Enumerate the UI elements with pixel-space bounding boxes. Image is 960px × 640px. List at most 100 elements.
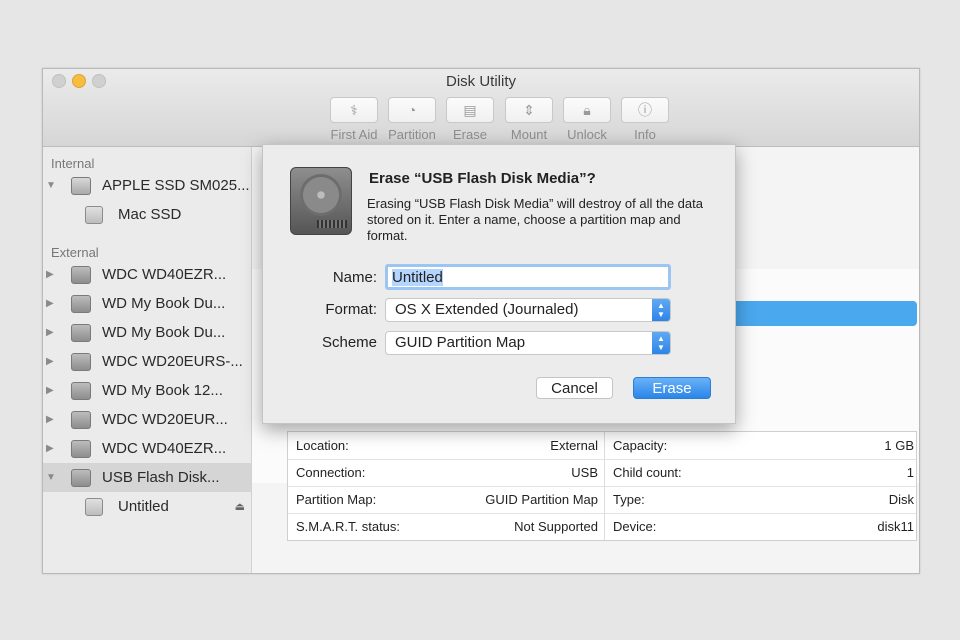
table-row: Location: External Capacity: 1 GB <box>288 432 916 460</box>
toolbar-first-aid[interactable]: ⚕ First Aid <box>326 97 382 142</box>
info-table: Location: External Capacity: 1 GB Connec… <box>287 431 917 541</box>
external-disk-icon <box>71 468 91 487</box>
toolbar-label: Info <box>634 127 656 142</box>
sidebar-item-label: Mac SSD <box>118 206 182 223</box>
sidebar-item-external-disk[interactable]: ▶ WDC WD20EURS-... <box>43 347 251 376</box>
lock-icon: 🔒︎ <box>563 97 611 123</box>
internal-disk-icon <box>71 176 91 195</box>
info-key: Capacity: <box>613 438 668 453</box>
format-popup-value: OS X Extended (Journaled) <box>395 301 579 318</box>
sidebar-item-label: APPLE SSD SM025... <box>102 177 250 194</box>
info-value: Not Supported <box>514 519 598 534</box>
cancel-button[interactable]: Cancel <box>536 377 613 399</box>
name-label: Name: <box>332 269 377 286</box>
sidebar-item-external-disk[interactable]: ▶ WDC WD40EZR... <box>43 260 251 289</box>
toolbar-partition[interactable]: ◔ Partition <box>384 97 440 142</box>
chevron-up-down-icon: ▲ ▼ <box>652 299 670 321</box>
format-popup[interactable]: OS X Extended (Journaled) ▲ ▼ <box>385 298 671 322</box>
scheme-label: Scheme <box>321 334 377 351</box>
info-key: Location: <box>296 438 349 453</box>
scheme-popup-value: GUID Partition Map <box>395 334 526 351</box>
hard-drive-icon <box>290 167 352 235</box>
sidebar-item-usb-flash-disk[interactable]: ▼ USB Flash Disk... <box>43 463 251 492</box>
toolbar-label: First Aid <box>330 127 378 142</box>
name-field[interactable]: Untitled <box>385 264 671 290</box>
external-disk-icon <box>71 265 91 284</box>
sidebar: Internal ▼ APPLE SSD SM025... Mac SSD Ex… <box>43 147 252 573</box>
platter-graphic <box>300 174 342 216</box>
info-value: USB <box>571 465 598 480</box>
disclosure-right-icon[interactable]: ▶ <box>46 269 58 280</box>
toolbar-mount[interactable]: ⇕ Mount <box>501 97 557 142</box>
sidebar-item-external-disk[interactable]: ▶ WDC WD40EZR... <box>43 434 251 463</box>
info-value: GUID Partition Map <box>485 492 598 507</box>
external-disk-icon <box>71 323 91 342</box>
table-row: Connection: USB Child count: 1 <box>288 459 916 487</box>
sidebar-item-mac-ssd[interactable]: Mac SSD <box>43 200 251 229</box>
toolbar-info[interactable]: ⓘ Info <box>617 97 673 142</box>
toolbar-label: Mount <box>510 127 548 142</box>
external-disk-icon <box>71 439 91 458</box>
sidebar-item-label: WDC WD40EZR... <box>102 440 227 457</box>
disclosure-down-icon[interactable]: ▼ <box>46 180 58 191</box>
dialog-message: Erasing “USB Flash Disk Media” will dest… <box>367 196 703 243</box>
info-value: External <box>550 438 598 453</box>
titlebar: Disk Utility ⚕ First Aid ◔ Partition ▤ E… <box>43 69 919 147</box>
disclosure-right-icon[interactable]: ▶ <box>46 443 58 454</box>
info-value: Disk <box>888 492 914 507</box>
info-key: S.M.A.R.T. status: <box>296 519 401 534</box>
toolbar-erase[interactable]: ▤ Erase <box>442 97 498 142</box>
section-heading-internal: Internal <box>51 156 95 171</box>
sidebar-item-label: WDC WD20EUR... <box>102 411 228 428</box>
sidebar-item-external-disk[interactable]: ▶ WD My Book Du... <box>43 289 251 318</box>
external-disk-icon <box>71 410 91 429</box>
info-icon: ⓘ <box>621 97 669 123</box>
info-value: 1 GB <box>884 438 914 453</box>
external-disk-icon <box>71 352 91 371</box>
toolbar-unlock[interactable]: 🔒︎ Unlock <box>559 97 615 142</box>
external-disk-icon <box>71 381 91 400</box>
disclosure-right-icon[interactable]: ▶ <box>46 298 58 309</box>
disclosure-right-icon[interactable]: ▶ <box>46 385 58 396</box>
info-value: 1 <box>906 465 914 480</box>
pie-icon: ◔ <box>388 97 436 123</box>
disclosure-right-icon[interactable]: ▶ <box>46 414 58 425</box>
sidebar-item-external-disk[interactable]: ▶ WDC WD20EUR... <box>43 405 251 434</box>
info-key: Type: <box>613 492 645 507</box>
stethoscope-icon: ⚕ <box>330 97 378 123</box>
disclosure-right-icon[interactable]: ▶ <box>46 327 58 338</box>
format-label: Format: <box>325 301 377 318</box>
eject-icon[interactable]: ⏏ <box>235 500 245 513</box>
sidebar-item-apple-ssd[interactable]: ▼ APPLE SSD SM025... <box>43 171 251 200</box>
volume-icon <box>85 205 103 224</box>
scheme-popup[interactable]: GUID Partition Map ▲ ▼ <box>385 331 671 355</box>
disclosure-down-icon[interactable]: ▼ <box>46 472 58 483</box>
external-disk-icon <box>71 294 91 313</box>
info-value: disk11 <box>877 519 914 534</box>
table-row: Partition Map: GUID Partition Map Type: … <box>288 486 916 514</box>
erase-dialog: Erase “USB Flash Disk Media”? Erasing “U… <box>262 144 736 424</box>
volume-icon <box>85 497 103 516</box>
sidebar-item-untitled-volume[interactable]: Untitled ⏏ <box>43 492 251 521</box>
disclosure-right-icon[interactable]: ▶ <box>46 356 58 367</box>
chevron-up-down-icon: ▲ ▼ <box>652 332 670 354</box>
erase-button[interactable]: Erase <box>633 377 711 399</box>
sidebar-item-label: WD My Book 12... <box>102 382 223 399</box>
sidebar-item-label: WD My Book Du... <box>102 295 226 312</box>
info-key: Device: <box>613 519 657 534</box>
toolbar-label: Partition <box>388 127 436 142</box>
window-title: Disk Utility <box>446 73 516 90</box>
toolbar-label: Erase <box>453 127 487 142</box>
info-key: Partition Map: <box>296 492 377 507</box>
info-key: Child count: <box>613 465 682 480</box>
toolbar-label: Unlock <box>567 127 607 142</box>
sidebar-item-external-disk[interactable]: ▶ WD My Book Du... <box>43 318 251 347</box>
sidebar-item-label: WDC WD40EZR... <box>102 266 227 283</box>
section-heading-external: External <box>51 245 99 260</box>
sidebar-item-label: WDC WD20EURS-... <box>102 353 243 370</box>
usage-bar <box>732 301 917 326</box>
info-key: Connection: <box>296 465 366 480</box>
dialog-title: Erase “USB Flash Disk Media”? <box>369 170 596 187</box>
sidebar-item-external-disk[interactable]: ▶ WD My Book 12... <box>43 376 251 405</box>
mount-icon: ⇕ <box>505 97 553 123</box>
